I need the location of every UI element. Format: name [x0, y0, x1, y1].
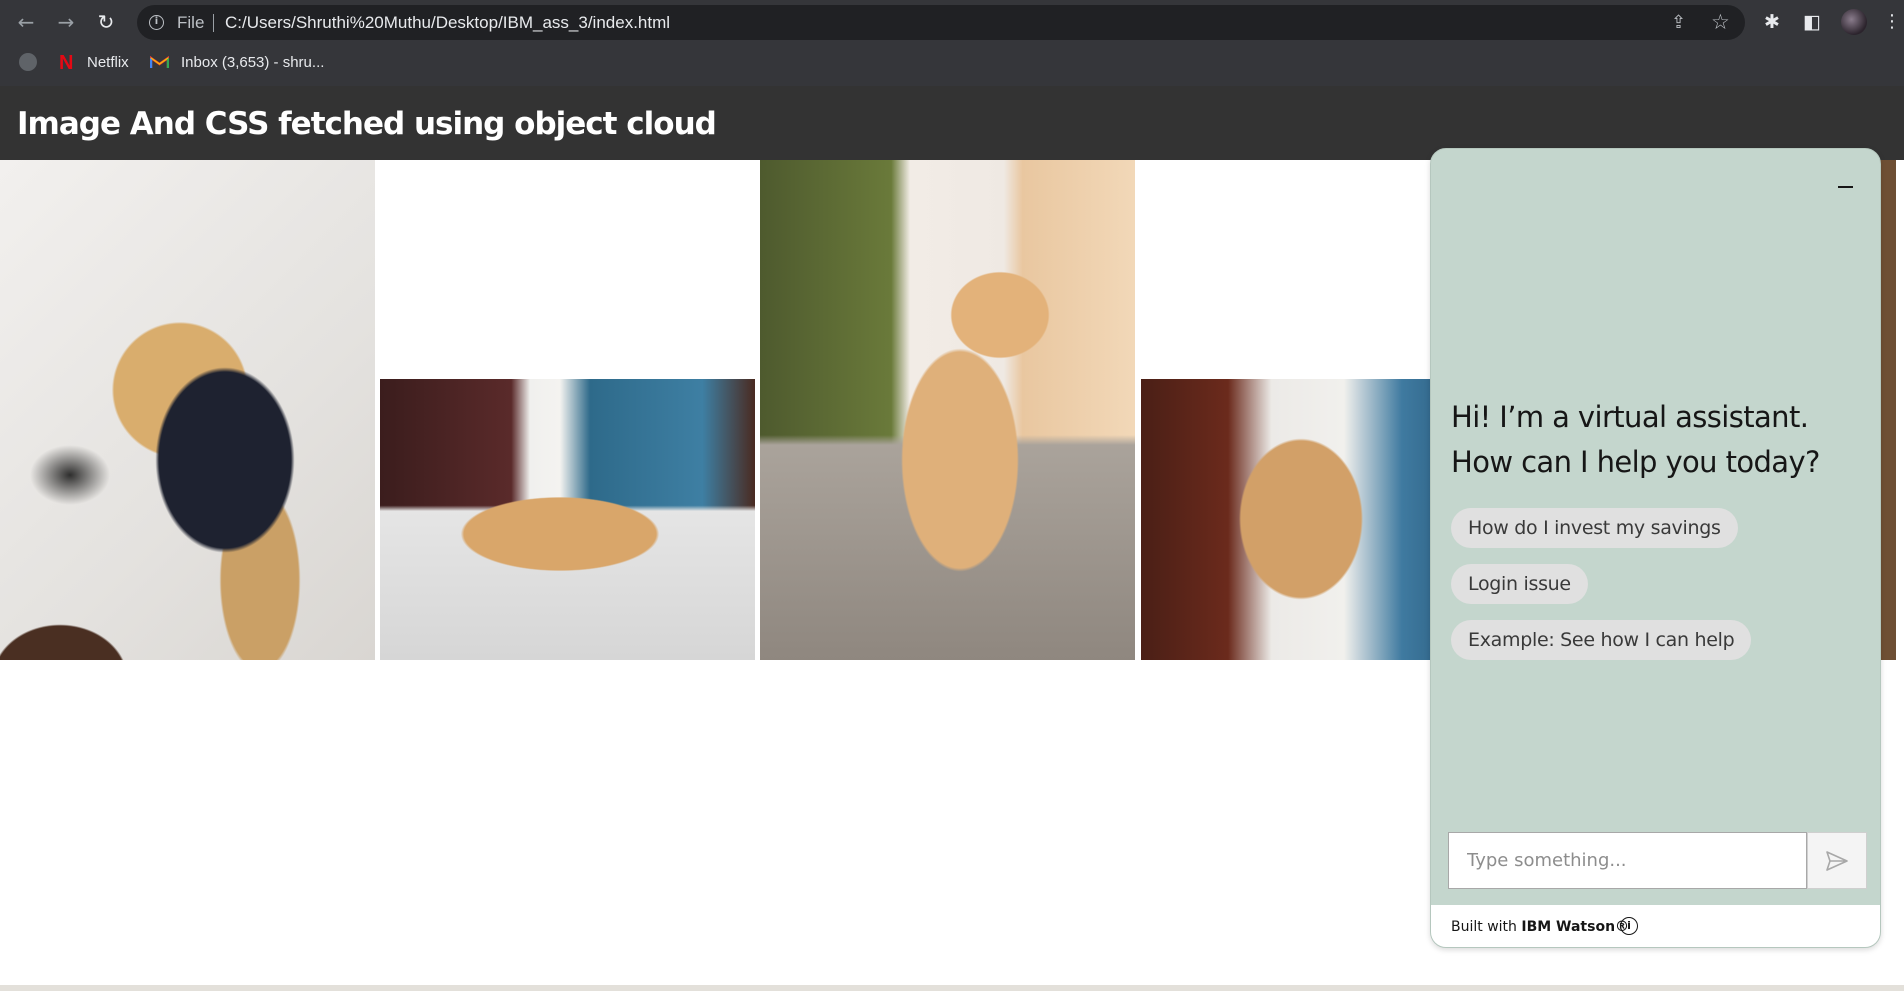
browser-chrome: ← → ↻ i File C:/Users/Shruthi%20Muthu/De…	[0, 0, 1904, 86]
profile-avatar[interactable]	[1841, 9, 1867, 35]
send-button[interactable]	[1807, 832, 1867, 889]
gmail-icon[interactable]	[150, 55, 169, 69]
apps-icon[interactable]	[19, 53, 37, 71]
address-bar[interactable]: i File C:/Users/Shruthi%20Muthu/Desktop/…	[137, 5, 1745, 40]
dog-photo-2	[380, 379, 755, 660]
suggestion-example-help[interactable]: Example: See how I can help	[1451, 620, 1752, 660]
info-icon[interactable]: i	[1620, 917, 1638, 935]
minimize-button[interactable]	[1831, 173, 1859, 201]
suggestion-login-issue[interactable]: Login issue	[1451, 564, 1588, 604]
chat-greeting: Hi! I’m a virtual assistant. How can I h…	[1451, 400, 1820, 479]
bottom-strip	[0, 985, 1904, 991]
extensions-icon[interactable]: ✱	[1760, 10, 1784, 34]
netflix-icon[interactable]: N	[59, 52, 73, 75]
chat-widget: Hi! I’m a virtual assistant. How can I h…	[1430, 148, 1881, 948]
chat-input-area	[1448, 832, 1867, 889]
scheme-label: File	[177, 13, 205, 32]
chat-footer: Built with IBM Watson® i	[1431, 905, 1880, 947]
url-text[interactable]: C:/Users/Shruthi%20Muthu/Desktop/IBM_ass…	[225, 13, 670, 33]
reload-icon[interactable]: ↻	[94, 10, 118, 34]
bookmarks-bar: N Netflix Inbox (3,653) - shru...	[0, 45, 1904, 86]
bookmark-netflix[interactable]: Netflix	[87, 54, 129, 71]
bookmark-star-icon[interactable]: ☆	[1711, 10, 1730, 34]
footer-text: Built with IBM Watson®	[1451, 919, 1629, 935]
chat-input[interactable]	[1448, 832, 1807, 889]
bookmark-inbox[interactable]: Inbox (3,653) - shru...	[181, 54, 324, 71]
suggestion-invest-savings[interactable]: How do I invest my savings	[1451, 508, 1738, 548]
browser-nav-bar: ← → ↻ i File C:/Users/Shruthi%20Muthu/De…	[0, 0, 1904, 45]
dog-photo-3	[760, 160, 1135, 660]
share-icon[interactable]: ⇪	[1671, 12, 1686, 33]
info-icon[interactable]: i	[149, 15, 164, 30]
address-divider	[213, 14, 214, 32]
send-icon	[1826, 851, 1848, 871]
minimize-icon	[1838, 186, 1853, 188]
forward-icon[interactable]: →	[54, 10, 78, 34]
dog-photo-4	[1141, 379, 1431, 660]
footer-brand: IBM Watson®	[1521, 919, 1630, 935]
dog-photo-1	[0, 160, 375, 660]
back-icon[interactable]: ←	[14, 10, 38, 34]
menu-icon[interactable]: ⋮	[1880, 10, 1904, 34]
footer-prefix: Built with	[1451, 919, 1522, 935]
page-title: Image And CSS fetched using object cloud	[17, 106, 717, 142]
side-panel-icon[interactable]: ◧	[1800, 10, 1824, 34]
